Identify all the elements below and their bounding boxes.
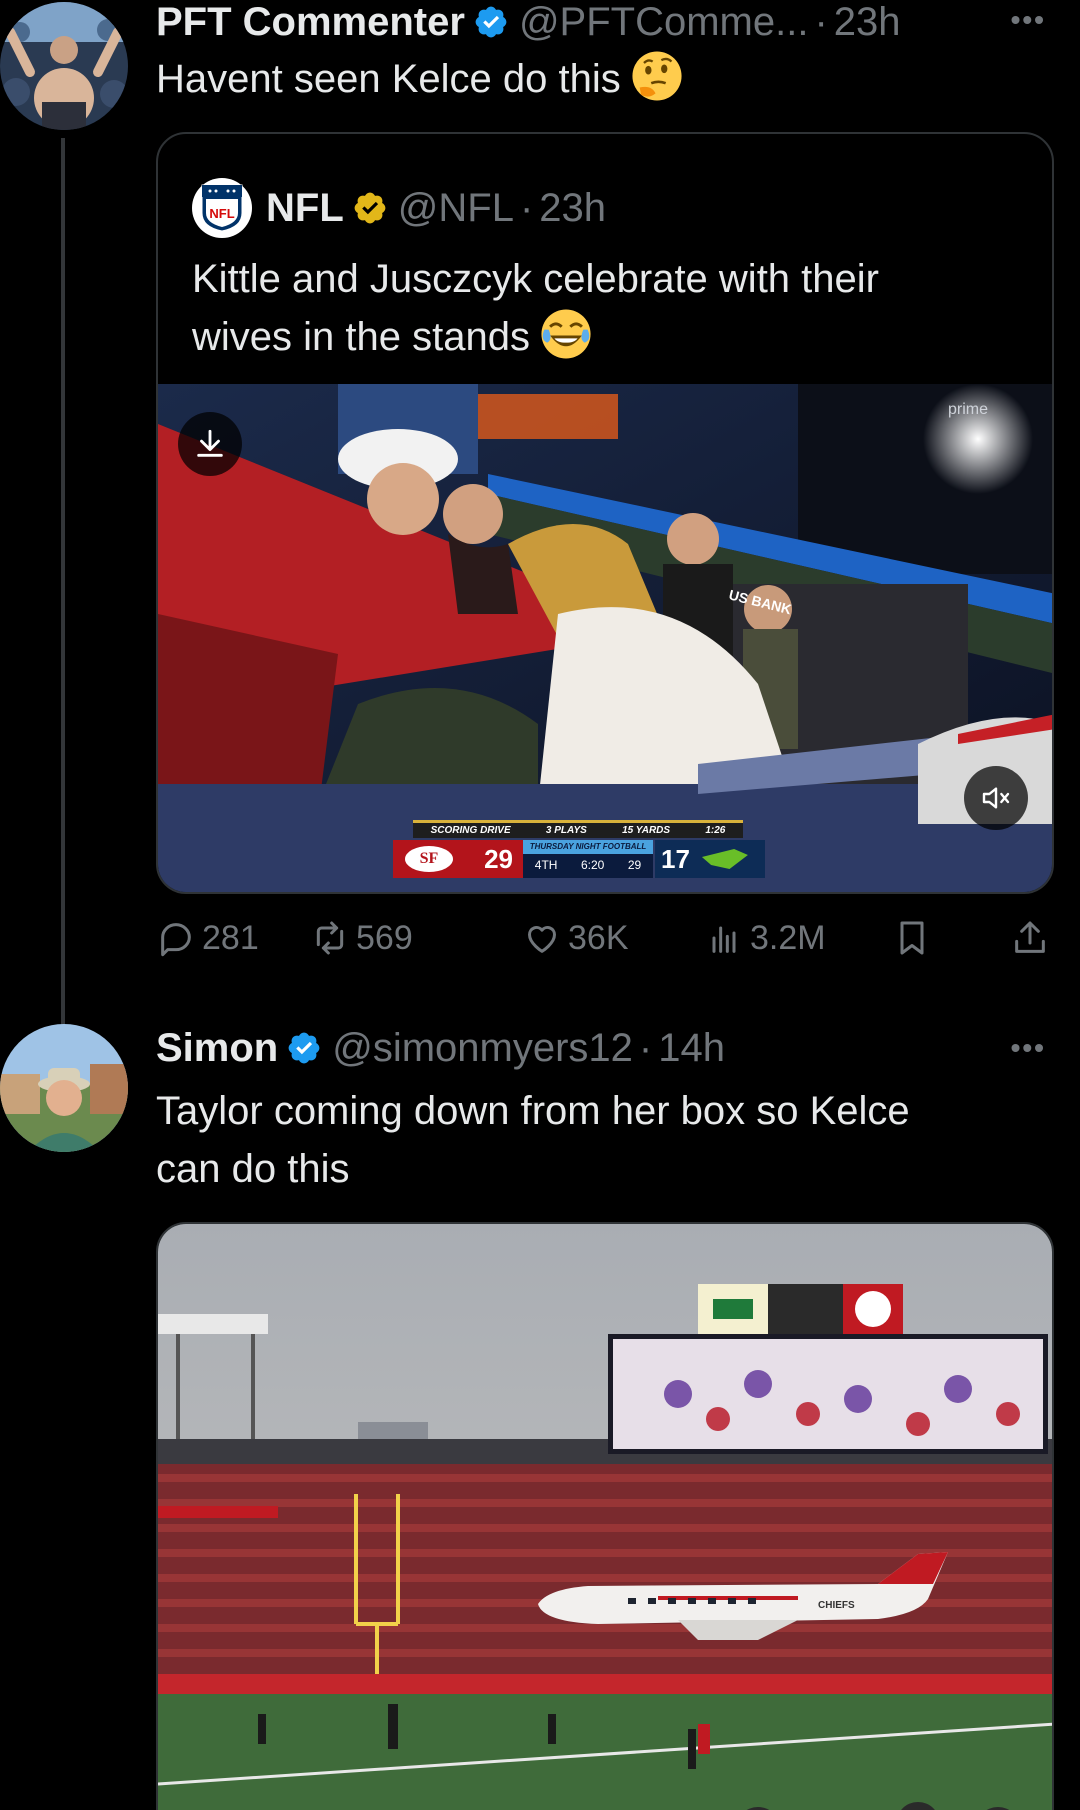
scorebug-away: 17 <box>655 840 765 878</box>
views-button[interactable]: 3.2M <box>704 918 826 958</box>
separator-dot: · <box>814 0 828 44</box>
scorebug-clock: 6:20 <box>580 858 605 872</box>
quoted-tweet-card[interactable]: NFL NFL @NFL · 23h Kittle and Jusczcyk c… <box>156 132 1054 894</box>
avatar-simon[interactable] <box>0 1024 128 1152</box>
handle[interactable]: @PFTComme... <box>519 0 809 44</box>
bookmark-button[interactable] <box>892 918 938 958</box>
download-icon <box>197 429 223 457</box>
display-name[interactable]: Simon <box>156 1026 278 1070</box>
quoted-display-name[interactable]: NFL <box>266 186 344 230</box>
seahawks-logo-icon <box>701 849 748 869</box>
reply-button[interactable]: 281 <box>156 918 259 958</box>
quoted-text-line-2-content: wives in the stands <box>192 315 530 359</box>
views-count: 3.2M <box>750 918 826 957</box>
scorebug-yards: 15 YARDS <box>622 825 671 836</box>
share-button[interactable] <box>1010 918 1056 958</box>
share-icon <box>1015 921 1045 953</box>
mute-button[interactable] <box>964 766 1028 830</box>
more-options-icon[interactable]: ••• <box>1011 4 1046 36</box>
display-name[interactable]: PFT Commenter <box>156 0 465 44</box>
verified-gold-badge-icon <box>354 192 386 224</box>
tweet-image[interactable]: CHIEFS <box>156 1222 1054 1810</box>
scorebug-center: THURSDAY NIGHT FOOTBALL 4TH 6:20 29 <box>523 840 653 878</box>
timestamp[interactable]: 23h <box>834 0 901 44</box>
tweet-pft-commenter[interactable]: PFT Commenter @PFTComme... · 23h ••• Hav… <box>0 0 1080 1030</box>
quoted-tweet-header: NFL NFL @NFL · 23h <box>192 178 606 238</box>
heart-icon <box>528 926 556 953</box>
separator-dot: · <box>638 1026 653 1070</box>
tweet-text-content: Havent seen Kelce do this <box>156 57 621 101</box>
tears-of-joy-emoji-icon <box>541 309 591 359</box>
scorebug-drive-bar: SCORING DRIVE 3 PLAYS 15 YARDS 1:26 <box>413 820 743 838</box>
svg-text:NFL: NFL <box>209 206 234 221</box>
reply-count: 281 <box>202 918 259 957</box>
niners-logo-icon: SF <box>405 846 453 872</box>
quoted-timestamp[interactable]: 23h <box>539 186 606 230</box>
quoted-text-line-2: wives in the stands <box>192 308 879 366</box>
home-score: 29 <box>484 843 513 874</box>
quoted-tweet-text: Kittle and Jusczcyk celebrate with their… <box>192 250 879 366</box>
tweet-text-line-1: Taylor coming down from her box so Kelce <box>156 1089 910 1133</box>
plane-livery-text: CHIEFS <box>818 1600 855 1611</box>
tweet-text: Havent seen Kelce do this <box>156 50 683 108</box>
reply-icon <box>161 923 191 957</box>
like-button[interactable]: 36K <box>522 918 629 958</box>
scorebug-clock-row: 4TH 6:20 29 <box>523 854 653 876</box>
quoted-video[interactable]: prime US BANK SCORING DRIVE 3 PLAYS 15 Y… <box>158 384 1052 892</box>
avatar-pft-commenter[interactable] <box>0 2 128 130</box>
scorebug-drive: SCORING DRIVE <box>430 825 511 836</box>
tweet-text-line-2: can do this <box>156 1147 350 1191</box>
repost-button[interactable]: 569 <box>310 918 413 958</box>
scorebug-play-clock: 29 <box>627 858 642 872</box>
quoted-handle[interactable]: @NFL <box>398 186 514 230</box>
tweet-actions: 281 569 36K 3.2M <box>156 918 1056 974</box>
nfl-logo-avatar[interactable]: NFL <box>192 178 252 238</box>
more-options-icon[interactable]: ••• <box>1011 1032 1046 1064</box>
scorebug-plays: 3 PLAYS <box>545 825 587 836</box>
scorebug: SCORING DRIVE 3 PLAYS 15 YARDS 1:26 SF 2… <box>393 820 793 880</box>
away-score: 17 <box>661 843 690 874</box>
thinking-face-emoji-icon <box>632 51 682 101</box>
scorebug-show: THURSDAY NIGHT FOOTBALL <box>523 840 653 854</box>
repost-icon <box>316 921 344 955</box>
muted-speaker-icon <box>982 787 1010 809</box>
verified-badge-icon <box>475 6 507 38</box>
scorebug-home: SF 29 <box>393 840 523 878</box>
thread-line <box>61 138 65 1030</box>
repost-count: 569 <box>356 918 413 957</box>
timestamp[interactable]: 14h <box>658 1026 725 1070</box>
tweet-simon[interactable]: Simon @simonmyers12 · 14h ••• Taylor com… <box>0 1024 1080 1810</box>
views-chart-icon <box>712 926 736 953</box>
broadcast-badge: prime <box>948 401 988 418</box>
bookmark-icon <box>900 921 924 955</box>
separator-dot: · <box>519 186 534 230</box>
scorebug-quarter: 4TH <box>534 858 558 872</box>
like-count: 36K <box>568 918 629 957</box>
tweet-header: Simon @simonmyers12 · 14h <box>156 1026 725 1070</box>
tweet-header: PFT Commenter @PFTComme... · 23h <box>156 0 901 44</box>
tweet-text: Taylor coming down from her box so Kelce… <box>156 1082 910 1198</box>
quoted-text-line-1: Kittle and Jusczcyk celebrate with their <box>192 257 879 301</box>
verified-badge-icon <box>288 1032 320 1064</box>
handle[interactable]: @simonmyers12 <box>332 1026 633 1070</box>
download-button[interactable] <box>178 412 242 476</box>
scorebug-duration: 1:26 <box>705 825 726 836</box>
